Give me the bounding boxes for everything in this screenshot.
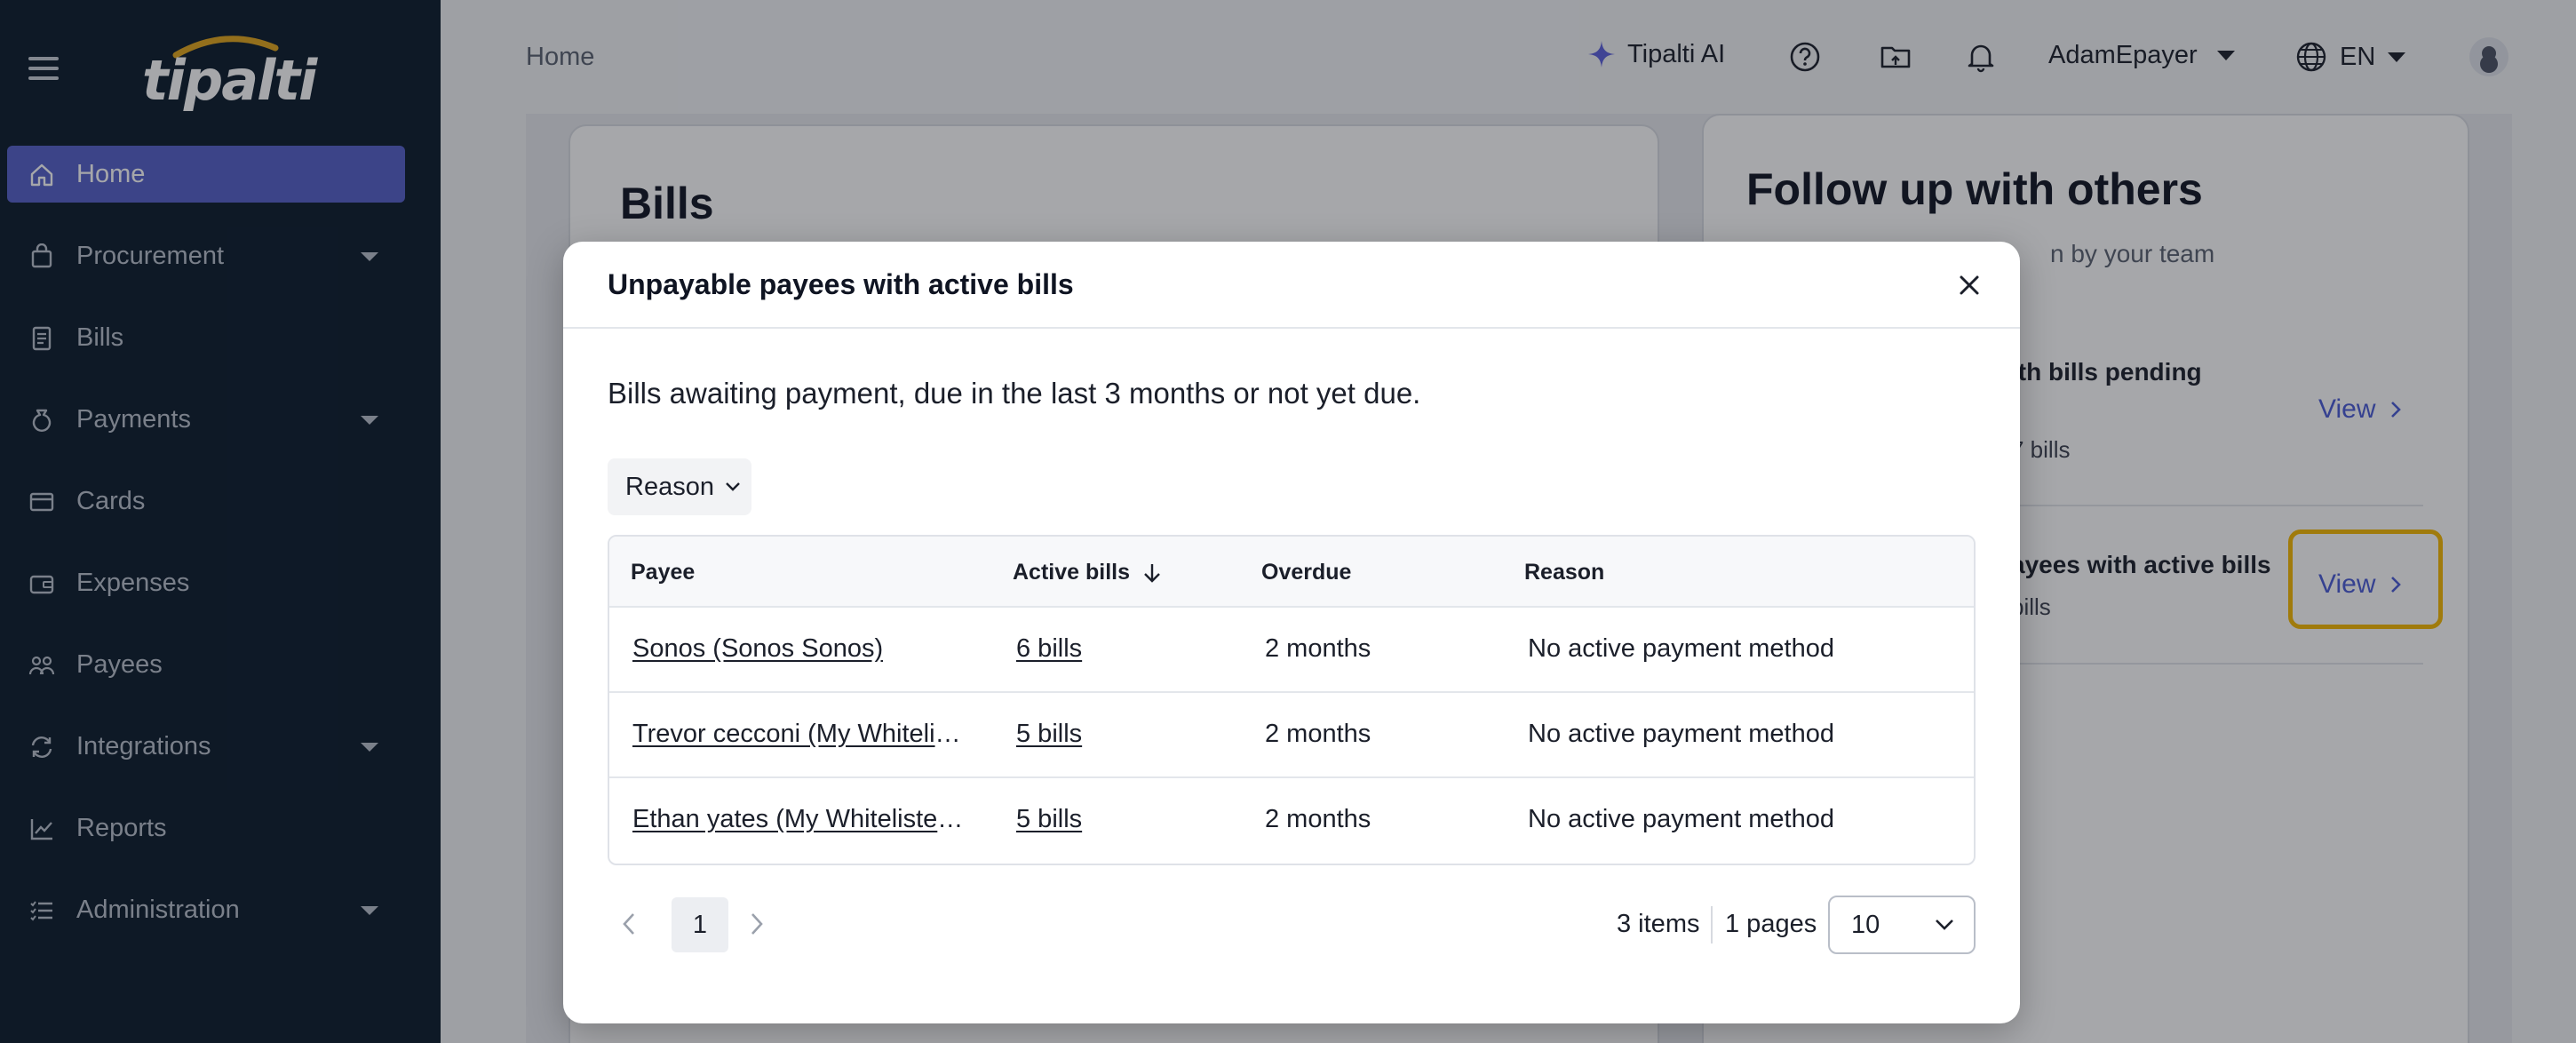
column-header-label: Active bills xyxy=(1013,560,1130,585)
overdue-cell: 2 months xyxy=(1265,805,1371,833)
overdue-cell: 2 months xyxy=(1265,720,1371,748)
payee-link[interactable]: Trevor cecconi (My Whitelisted Payee) xyxy=(632,720,966,749)
chevron-right-icon[interactable] xyxy=(750,912,764,936)
table-row: Sonos (Sonos Sonos) 6 bills 2 months No … xyxy=(609,608,1974,693)
items-count: 3 items xyxy=(1617,910,1700,938)
pages-count: 1 pages xyxy=(1725,910,1817,938)
reason-cell: No active payment method xyxy=(1528,805,1834,833)
active-bills-link[interactable]: 6 bills xyxy=(1016,634,1082,664)
chevron-left-icon[interactable] xyxy=(622,912,636,936)
modal-description: Bills awaiting payment, due in the last … xyxy=(608,377,1421,410)
table-header-row: Payee Active bills Overdue Reason xyxy=(609,537,1974,608)
column-header-active-bills[interactable]: Active bills xyxy=(1013,560,1162,585)
payee-link[interactable]: Ethan yates (My Whitelisted Payee) xyxy=(632,805,966,834)
chevron-down-icon xyxy=(1936,920,1953,930)
modal-header: Unpayable payees with active bills xyxy=(563,242,2020,329)
table-row: Ethan yates (My Whitelisted Payee) 5 bil… xyxy=(609,778,1974,864)
column-header-reason[interactable]: Reason xyxy=(1524,560,1604,585)
close-icon[interactable] xyxy=(1956,272,1983,299)
column-header-overdue[interactable]: Overdue xyxy=(1261,560,1351,585)
active-bills-link[interactable]: 5 bills xyxy=(1016,720,1082,749)
modal-title: Unpayable payees with active bills xyxy=(608,268,1074,300)
table-row: Trevor cecconi (My Whitelisted Payee) 5 … xyxy=(609,693,1974,778)
page-size-value: 10 xyxy=(1851,910,1880,939)
payee-link[interactable]: Sonos (Sonos Sonos) xyxy=(632,634,883,664)
unpayable-payees-modal: Unpayable payees with active bills Bills… xyxy=(563,242,2020,1023)
page-button-current[interactable]: 1 xyxy=(672,897,728,952)
divider xyxy=(1711,906,1713,943)
pagination: 1 3 items 1 pages 10 xyxy=(608,896,1976,954)
reason-cell: No active payment method xyxy=(1528,634,1834,663)
sort-descending-icon xyxy=(1144,563,1160,583)
column-header-payee[interactable]: Payee xyxy=(631,560,695,585)
overdue-cell: 2 months xyxy=(1265,634,1371,663)
page-size-select[interactable]: 10 xyxy=(1828,896,1976,954)
payees-table: Payee Active bills Overdue Reason Sonos … xyxy=(608,535,1976,865)
reason-filter-label: Reason xyxy=(625,472,714,501)
reason-cell: No active payment method xyxy=(1528,720,1834,748)
reason-filter-button[interactable]: Reason xyxy=(608,458,751,515)
chevron-down-icon xyxy=(726,482,740,491)
active-bills-link[interactable]: 5 bills xyxy=(1016,805,1082,834)
